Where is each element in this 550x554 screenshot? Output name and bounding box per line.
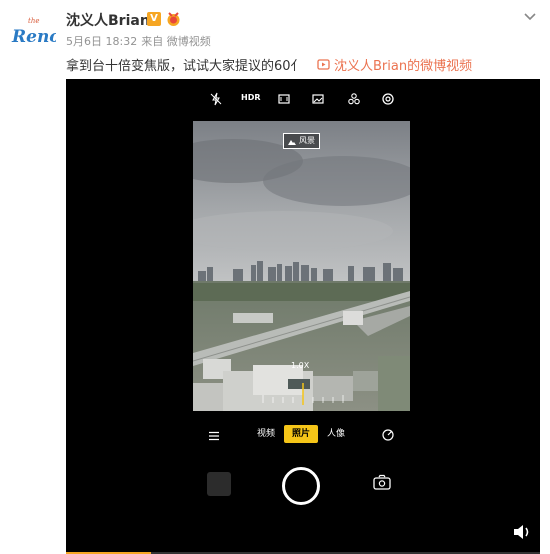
camera-mode-icon[interactable] xyxy=(381,427,395,441)
flip-camera-icon[interactable] xyxy=(372,473,392,493)
camera-preview: 风景 1.0X xyxy=(193,121,410,411)
hdr-icon[interactable]: HDR xyxy=(241,93,261,102)
aspect-ratio-icon[interactable] xyxy=(276,91,292,107)
post-meta: 5月6日 18:32 来自 微博视频 xyxy=(66,33,211,49)
effects-icon[interactable] xyxy=(346,91,362,107)
scene-indicator: 风景 xyxy=(283,133,320,149)
zoom-level[interactable]: 1.0X xyxy=(291,361,309,370)
menu-icon[interactable] xyxy=(208,427,220,441)
shutter-button[interactable] xyxy=(282,467,320,505)
video-link-icon xyxy=(317,59,330,70)
video-link-label: 沈义人Brian的微博视频 xyxy=(334,59,473,74)
video-player[interactable]: HDR 风景 1.0X 视频 照片 人像 xyxy=(66,79,540,554)
mode-photo[interactable]: 照片 xyxy=(284,425,318,443)
dropdown-chevron-icon[interactable] xyxy=(522,9,538,23)
logo-text: Reno xyxy=(11,27,56,47)
settings-icon[interactable] xyxy=(380,91,396,107)
username[interactable]: 沈义人Brian xyxy=(66,10,150,30)
video-link[interactable]: 沈义人Brian的微博视频 xyxy=(317,55,472,74)
flash-off-icon[interactable] xyxy=(208,91,224,107)
post-time[interactable]: 5月6日 18:32 xyxy=(66,35,137,48)
post-source[interactable]: 来自 微博视频 xyxy=(141,35,211,48)
camera-mode-bar: 视频 照片 人像 xyxy=(66,425,540,445)
mode-video[interactable]: 视频 xyxy=(254,425,278,443)
gallery-thumbnail[interactable] xyxy=(207,472,231,496)
camera-top-bar: HDR xyxy=(66,91,540,111)
landscape-icon xyxy=(288,139,296,145)
volume-icon[interactable] xyxy=(512,523,532,541)
logo-small-text: the xyxy=(28,17,39,25)
medal-icon xyxy=(165,11,182,27)
mode-portrait[interactable]: 人像 xyxy=(324,425,348,443)
avatar[interactable]: the Reno xyxy=(10,12,61,48)
filter-icon[interactable] xyxy=(310,91,326,107)
verified-badge: V xyxy=(147,12,161,26)
scene-label: 风景 xyxy=(299,136,315,145)
post-text: 拿到台十倍变焦版，试试大家提议的60亻 xyxy=(66,59,304,74)
